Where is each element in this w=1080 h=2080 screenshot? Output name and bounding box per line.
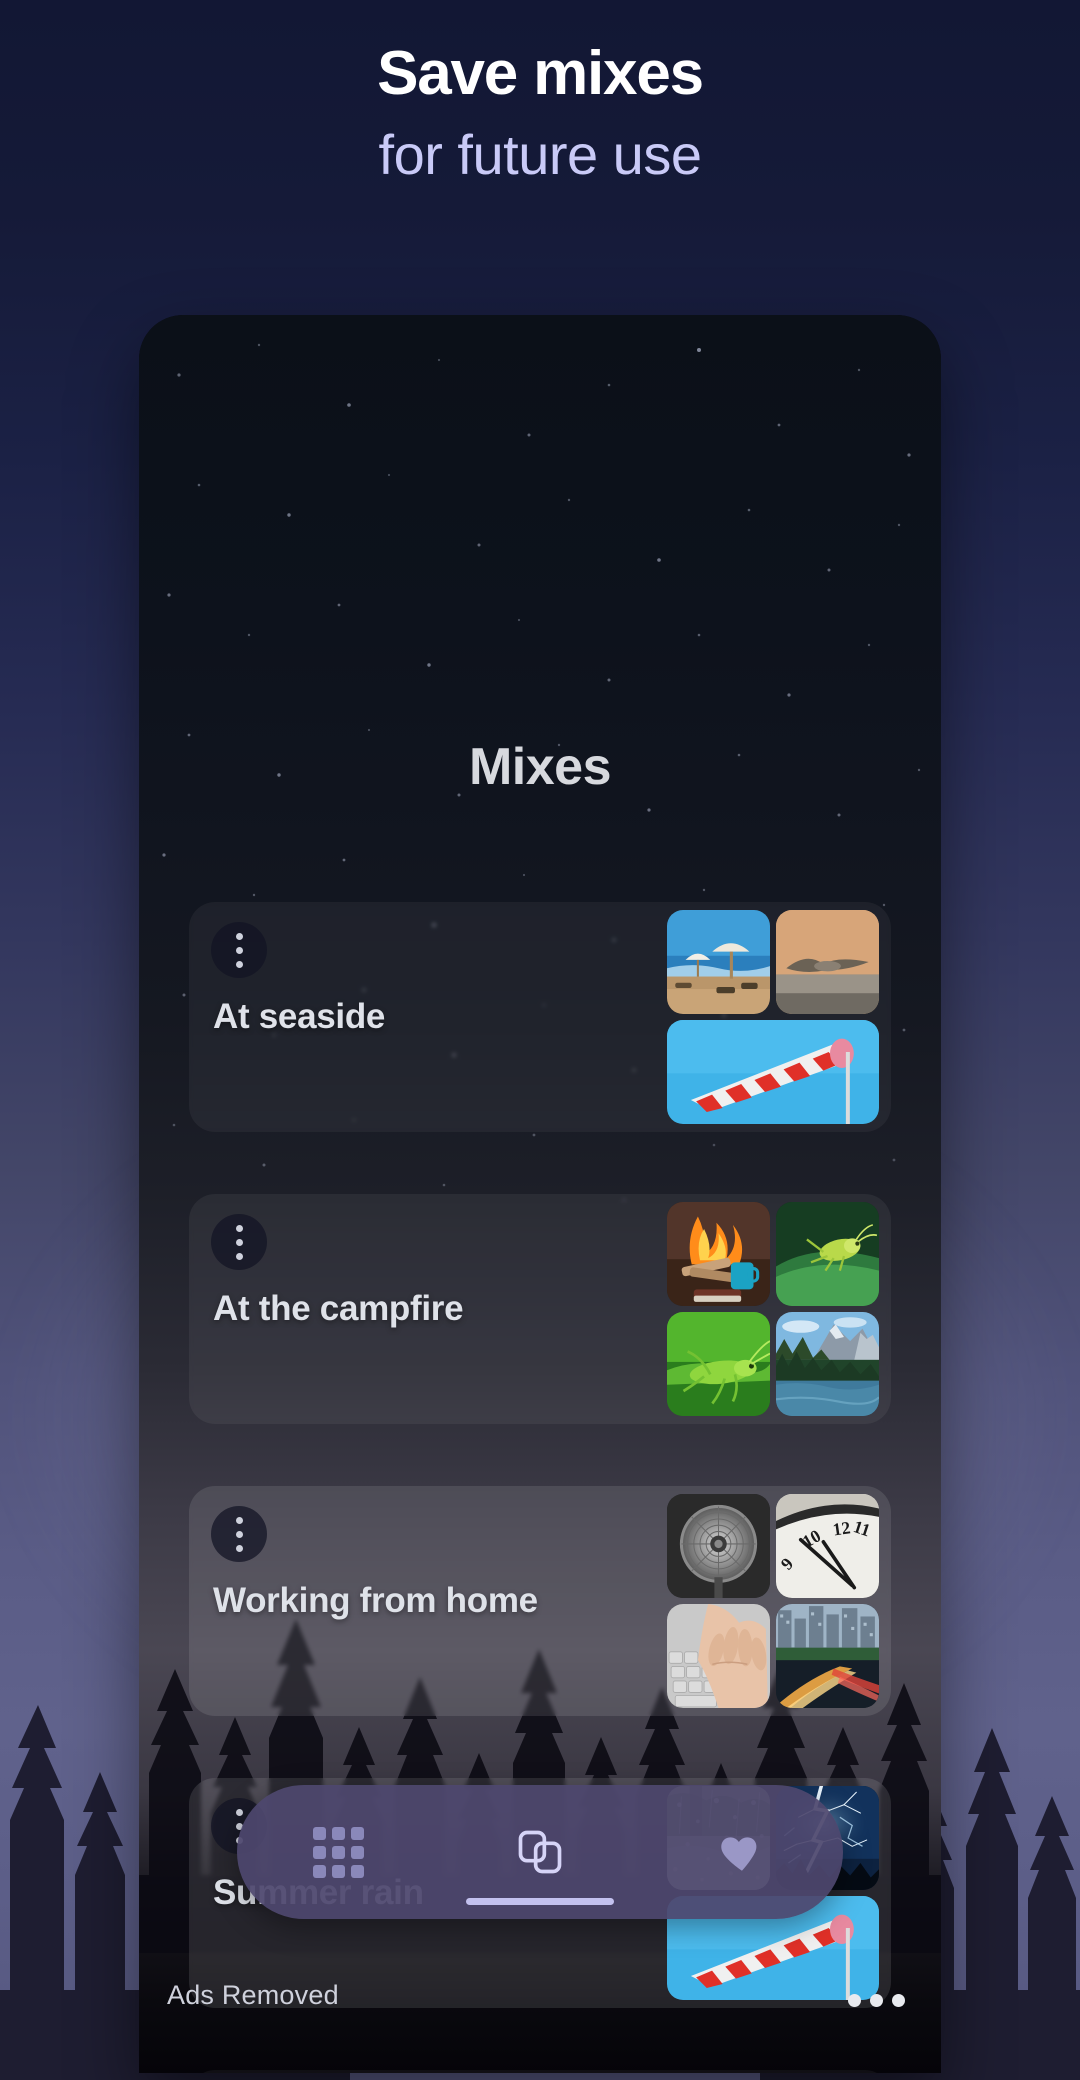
kebab-menu-icon[interactable]	[211, 1214, 267, 1270]
promo-title: Save mixes	[377, 39, 704, 108]
bottom-navigation-bar	[237, 1785, 843, 1919]
cricket-on-leaf-thumbnail[interactable]	[776, 1202, 879, 1306]
mix-name: At seaside	[213, 997, 386, 1036]
phone-mockup: Mixes At seaside At the campfire Working…	[139, 315, 941, 2073]
svg-text:12: 12	[831, 1517, 851, 1539]
promo-subtitle: for future use	[378, 123, 702, 187]
grid-icon	[312, 1826, 364, 1878]
mix-thumbnails	[667, 1202, 879, 1416]
mix-name: At the campfire	[213, 1289, 464, 1328]
fan-thumbnail[interactable]	[667, 1494, 770, 1598]
mixes-tab[interactable]	[465, 1785, 615, 1919]
beach-umbrellas-thumbnail[interactable]	[667, 910, 770, 1014]
seagull-thumbnail[interactable]	[776, 910, 879, 1014]
city-traffic-thumbnail[interactable]	[776, 1604, 879, 1708]
kebab-menu-icon[interactable]	[211, 1506, 267, 1562]
sounds-tab[interactable]	[263, 1785, 413, 1919]
clock-thumbnail[interactable]: 11 12 10 9	[776, 1494, 879, 1598]
campfire-thumbnail[interactable]	[667, 1202, 770, 1306]
mix-card[interactable]: Cozy	[189, 2070, 891, 2073]
grasshopper-thumbnail[interactable]	[667, 1312, 770, 1416]
promo-text-block: Save mixes for future use	[0, 38, 1080, 192]
mix-card[interactable]: At the campfire	[189, 1194, 891, 1424]
mix-card[interactable]: Working from home 11 12 10 9	[189, 1486, 891, 1716]
mix-thumbnails: 11 12 10 9	[667, 1494, 879, 1708]
heart-icon	[721, 1837, 757, 1871]
phone-screen: Mixes At seaside At the campfire Working…	[139, 315, 941, 2073]
windsock-thumbnail[interactable]	[667, 1020, 879, 1124]
mix-thumbnails	[667, 910, 879, 1124]
mix-name: Working from home	[213, 1581, 538, 1620]
favorites-tab[interactable]	[667, 1785, 817, 1919]
page-title: Mixes	[468, 738, 612, 796]
ads-removed-label: Ads Removed	[167, 1980, 339, 2010]
active-tab-indicator	[466, 1898, 614, 1905]
app-content: Mixes At seaside At the campfire Working…	[139, 315, 941, 2073]
layers-icon	[518, 1830, 562, 1874]
keyboard-typing-thumbnail[interactable]	[667, 1604, 770, 1708]
kebab-menu-icon[interactable]	[211, 922, 267, 978]
mountain-lake-thumbnail[interactable]	[776, 1312, 879, 1416]
more-horizontal-icon[interactable]	[848, 1994, 905, 2007]
mix-card[interactable]: At seaside	[189, 902, 891, 1132]
